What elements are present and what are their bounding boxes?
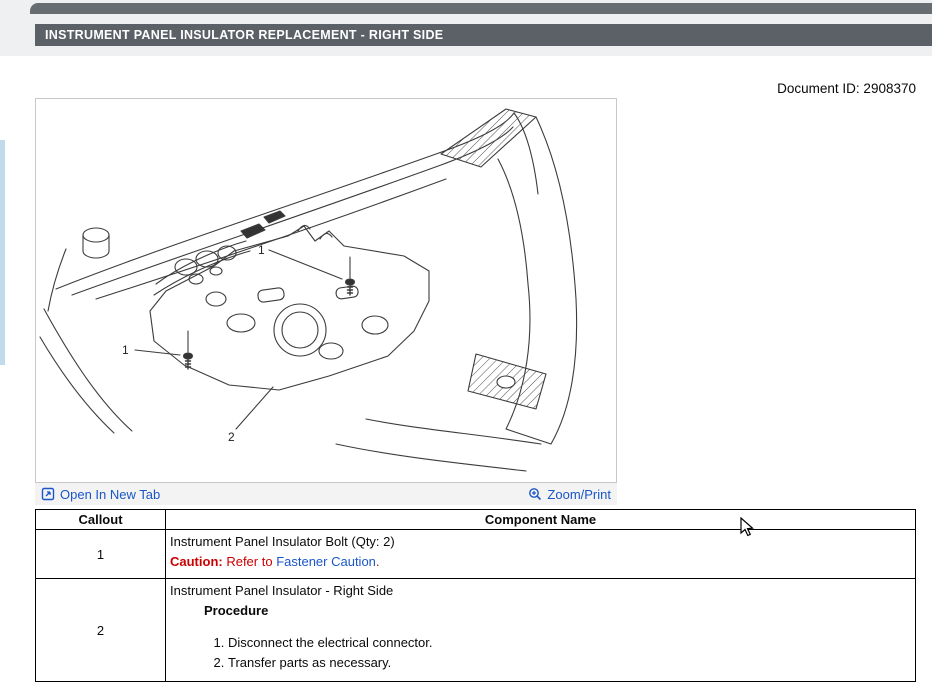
callout-label-2: 2 [228,430,235,444]
left-scrollbar-accent[interactable] [0,140,5,365]
callout-label-1-left: 1 [122,343,129,357]
open-in-new-tab-link[interactable]: Open In New Tab [41,487,160,502]
zoom-print-link[interactable]: Zoom/Print [528,487,611,502]
callout-label-1-top: 1 [258,243,265,257]
mouse-cursor [739,517,757,537]
procedure-label: Procedure [204,601,911,621]
open-in-new-tab-icon [41,487,55,501]
zoom-icon [528,487,542,501]
table-row: 2 Instrument Panel Insulator - Right Sid… [36,579,916,682]
callout-cell: 1 [36,530,166,579]
open-in-new-tab-label: Open In New Tab [60,487,160,502]
caution-label: Caution: [170,554,223,569]
table-header-row: Callout Component Name [36,510,916,530]
caution-period: . [376,554,380,569]
figure-panel: 1 1 2 [35,98,617,483]
top-chrome-edge [30,3,932,14]
zoom-print-label: Zoom/Print [547,487,611,502]
component-cell: Instrument Panel Insulator Bolt (Qty: 2)… [166,530,916,579]
component-name-text: Instrument Panel Insulator - Right Side [170,581,911,601]
component-name-text: Instrument Panel Insulator Bolt (Qty: 2) [170,532,911,552]
procedure-step: Transfer parts as necessary. [228,653,911,673]
component-table: Callout Component Name 1 Instrument Pane… [35,509,916,682]
section-title-bar: INSTRUMENT PANEL INSULATOR REPLACEMENT -… [35,24,932,46]
procedure-step: Disconnect the electrical connector. [228,633,911,653]
procedure-steps: Disconnect the electrical connector. Tra… [170,633,911,673]
table-row: 1 Instrument Panel Insulator Bolt (Qty: … [36,530,916,579]
header-component-name: Component Name [166,510,916,530]
document-id: Document ID: 2908370 [777,81,916,96]
caution-line: Caution: Refer to Fastener Caution. [170,552,911,572]
page-title: INSTRUMENT PANEL INSULATOR REPLACEMENT -… [45,28,443,42]
technical-diagram: 1 1 2 [36,99,616,482]
header-callout: Callout [36,510,166,530]
figure-toolbar: Open In New Tab Zoom/Print [35,483,617,505]
component-cell: Instrument Panel Insulator - Right Side … [166,579,916,682]
caution-text: Refer to [223,554,276,569]
callout-cell: 2 [36,579,166,682]
fastener-caution-link[interactable]: Fastener Caution [276,554,376,569]
